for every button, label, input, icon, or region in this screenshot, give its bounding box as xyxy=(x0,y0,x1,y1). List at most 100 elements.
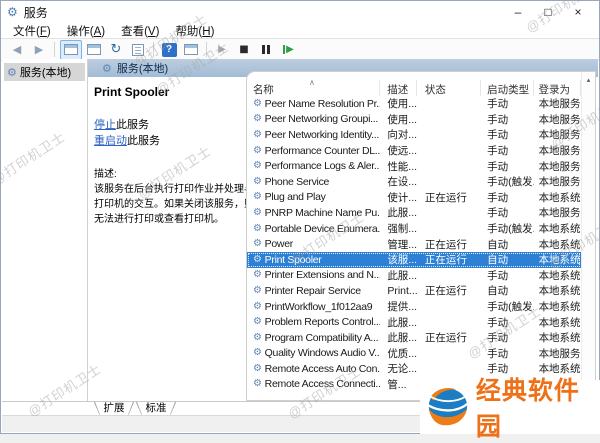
cell-logon-as: 本地系统 xyxy=(538,223,581,236)
column-header-1[interactable]: 描述 xyxy=(380,80,417,96)
service-row[interactable]: ⚙ PNRP Machine Name Pu... 此服... 手动 本地服务 xyxy=(247,205,581,221)
cell-name: ⚙ Phone Service xyxy=(253,175,330,188)
cell-name: ⚙ Power xyxy=(253,238,293,251)
service-action-links: 停止此服务 重启动此服务 xyxy=(94,117,256,149)
cell-startup-type: 手动 xyxy=(487,113,509,126)
restart-service-button[interactable]: ▶ xyxy=(278,41,298,59)
cell-logon-as: 本地系统 xyxy=(538,238,581,251)
services-window: ⚙ 服务 – □ × 文件(F) 操作(A) 查看(V) 帮助(H) ◀ ▶ ↻? ▶ ■ ▶ … xyxy=(0,0,600,434)
refresh-button[interactable]: ↻ xyxy=(106,41,126,59)
help-button[interactable]: ? xyxy=(159,41,179,59)
start-service-button[interactable]: ▶ xyxy=(212,41,232,59)
service-row[interactable]: ⚙ Performance Counter DL... 使远... 手动 本地服务 xyxy=(247,143,581,159)
service-row[interactable]: ⚙ Performance Logs & Aler... 性能... 手动 本地服务 xyxy=(247,158,581,174)
cell-description: 使用... xyxy=(387,113,417,126)
stop-service-link[interactable]: 停止 xyxy=(94,119,116,131)
service-details-pane: Print Spooler 停止此服务 重启动此服务 描述: 该服务在后台执行打印… xyxy=(94,85,256,227)
service-gear-icon: ⚙ xyxy=(253,206,262,218)
cell-logon-as: 本地系统 xyxy=(538,316,581,329)
service-row[interactable]: ⚙ Peer Networking Groupi... 使用... 手动 本地服务 xyxy=(247,112,581,128)
main-area: ⚙ 服务(本地) ⚙ 服务(本地) Print Spooler 停止此服务 重启动… xyxy=(2,59,598,401)
service-gear-icon: ⚙ xyxy=(253,269,262,281)
show-action-pane-button[interactable] xyxy=(181,41,201,59)
menu-item-f[interactable]: 文件(F) xyxy=(5,23,59,39)
cell-name: ⚙ PrintWorkflow_1f012aa9 xyxy=(253,300,373,313)
service-row[interactable]: ⚙ Printer Repair Service Print... 正在运行 自动 本地系… xyxy=(247,283,581,299)
cell-logon-as: 本地服务 xyxy=(538,129,581,142)
export-list-button[interactable] xyxy=(128,41,148,59)
service-row[interactable]: ⚙ Peer Networking Identity... 向对... 手动 本地服务 xyxy=(247,127,581,143)
minimize-button[interactable]: – xyxy=(503,2,533,22)
cell-logon-as: 本地系统 xyxy=(538,285,581,298)
tab-extended[interactable]: 扩展 xyxy=(94,402,134,416)
column-header-3[interactable]: 启动类型 xyxy=(481,80,534,96)
cell-logon-as: 本地服务 xyxy=(538,113,581,126)
column-header-0[interactable]: 名称 ∧ xyxy=(247,80,381,96)
selected-service-name: Print Spooler xyxy=(94,85,170,99)
vertical-scrollbar[interactable]: ▴ xyxy=(581,72,595,400)
tree-item-services-local[interactable]: ⚙ 服务(本地) xyxy=(4,63,85,81)
cell-logon-as: 本地服务 xyxy=(538,160,581,173)
service-gear-icon: ⚙ xyxy=(253,378,262,390)
column-header-4[interactable]: 登录为 xyxy=(534,80,581,96)
service-row[interactable]: ⚙ Program Compatibility A... 此服... 正在运行 手动 本地… xyxy=(247,330,581,346)
show-console-tree-button[interactable] xyxy=(60,39,82,60)
service-row[interactable]: ⚙ Problem Reports Control... 此服... 手动 本地系统 xyxy=(247,314,581,330)
service-gear-icon: ⚙ xyxy=(253,128,262,140)
service-row[interactable]: ⚙Portable Device Enumera... 强制... 手动(触发...… xyxy=(247,221,581,237)
restart-service-link[interactable]: 重启动 xyxy=(94,135,127,147)
cell-description: Print... xyxy=(387,284,417,297)
cell-startup-type: 手动 xyxy=(487,160,509,173)
service-row[interactable]: ⚙Phone Service 在设... 手动(触发... 本地服务 xyxy=(247,174,581,190)
cell-description: 管理... xyxy=(387,238,417,251)
cell-logon-as: 本地服务 xyxy=(538,347,581,360)
cell-description: 此服... xyxy=(387,332,417,345)
cell-status: 正在运行 xyxy=(424,238,467,251)
toolbar-separator xyxy=(153,42,154,57)
cell-description: 使远... xyxy=(387,145,417,158)
service-row[interactable]: ⚙ Quality Windows Audio V... 优质... 手动 本地服务 xyxy=(247,346,581,362)
service-row[interactable]: ⚙ Plug and Play 使计... 正在运行 手动 本地系统 xyxy=(247,190,581,206)
pause-service-button[interactable] xyxy=(256,41,276,59)
cell-description: 该服... xyxy=(387,254,417,267)
tab-standard[interactable]: 标准 xyxy=(136,402,176,416)
cell-name: ⚙ Program Compatibility A... xyxy=(253,331,379,344)
cell-description: 无论... xyxy=(387,363,417,376)
service-gear-icon: ⚙ xyxy=(253,113,262,125)
service-row[interactable]: ⚙ Power 管理... 正在运行 自动 本地系统 xyxy=(247,236,581,252)
menu-item-h[interactable]: 帮助(H) xyxy=(167,23,222,39)
cell-description: 在设... xyxy=(387,176,417,189)
list-header: 名称 ∧ 描述 状态 启动类型 登录为 xyxy=(247,80,581,96)
service-gear-icon: ⚙ xyxy=(253,300,262,312)
service-gear-icon: ⚙ xyxy=(253,347,262,359)
service-row[interactable]: ⚙PrintWorkflow_1f012aa9 提供... 手动(触发... 本地系统 xyxy=(247,299,581,315)
back-button[interactable]: ◀ xyxy=(7,41,27,59)
service-row[interactable]: ⚙ Printer Extensions and N... 此服... 手动 本地系统 xyxy=(247,268,581,284)
cell-startup-type: 手动(触发... xyxy=(487,223,533,236)
cell-logon-as: 本地服务 xyxy=(538,145,581,158)
tree-item-label: 服务(本地) xyxy=(19,67,72,79)
cell-startup-type: 手动 xyxy=(487,332,509,345)
stop-service-button[interactable]: ■ xyxy=(234,41,254,59)
services-rows: ⚙ Peer Name Resolution Pr... 使用... 手动 本地服务 ⚙ P… xyxy=(247,96,581,400)
forward-button[interactable]: ▶ xyxy=(29,41,49,59)
scroll-up-icon[interactable]: ▴ xyxy=(582,72,595,84)
toolbar-separator xyxy=(206,42,207,57)
cell-status: 正在运行 xyxy=(424,254,467,267)
close-button[interactable]: × xyxy=(563,2,593,22)
menu-item-v[interactable]: 查看(V) xyxy=(113,23,167,39)
service-row[interactable]: ⚙ Print Spooler 该服... 正在运行 自动 本地系统 xyxy=(247,251,581,268)
screenshot-stage: ⚙ 服务 – □ × 文件(F) 操作(A) 查看(V) 帮助(H) ◀ ▶ ↻? ▶ ■ ▶ … xyxy=(0,0,600,441)
column-header-2[interactable]: 状态 xyxy=(417,80,482,96)
menu-item-a[interactable]: 操作(A) xyxy=(59,23,113,39)
cell-logon-as: 本地服务 xyxy=(538,207,581,220)
service-gear-icon: ⚙ xyxy=(253,222,262,234)
service-gear-icon: ⚙ xyxy=(253,284,262,296)
cell-startup-type: 手动 xyxy=(487,98,509,111)
export-list-icon xyxy=(132,43,144,56)
cell-name: ⚙ Problem Reports Control... xyxy=(253,316,381,329)
service-row[interactable]: ⚙ Peer Name Resolution Pr... 使用... 手动 本地服务 xyxy=(247,96,581,112)
maximize-button[interactable]: □ xyxy=(533,2,563,22)
properties-button[interactable] xyxy=(84,41,104,59)
cell-logon-as: 本地系统 xyxy=(538,301,581,314)
